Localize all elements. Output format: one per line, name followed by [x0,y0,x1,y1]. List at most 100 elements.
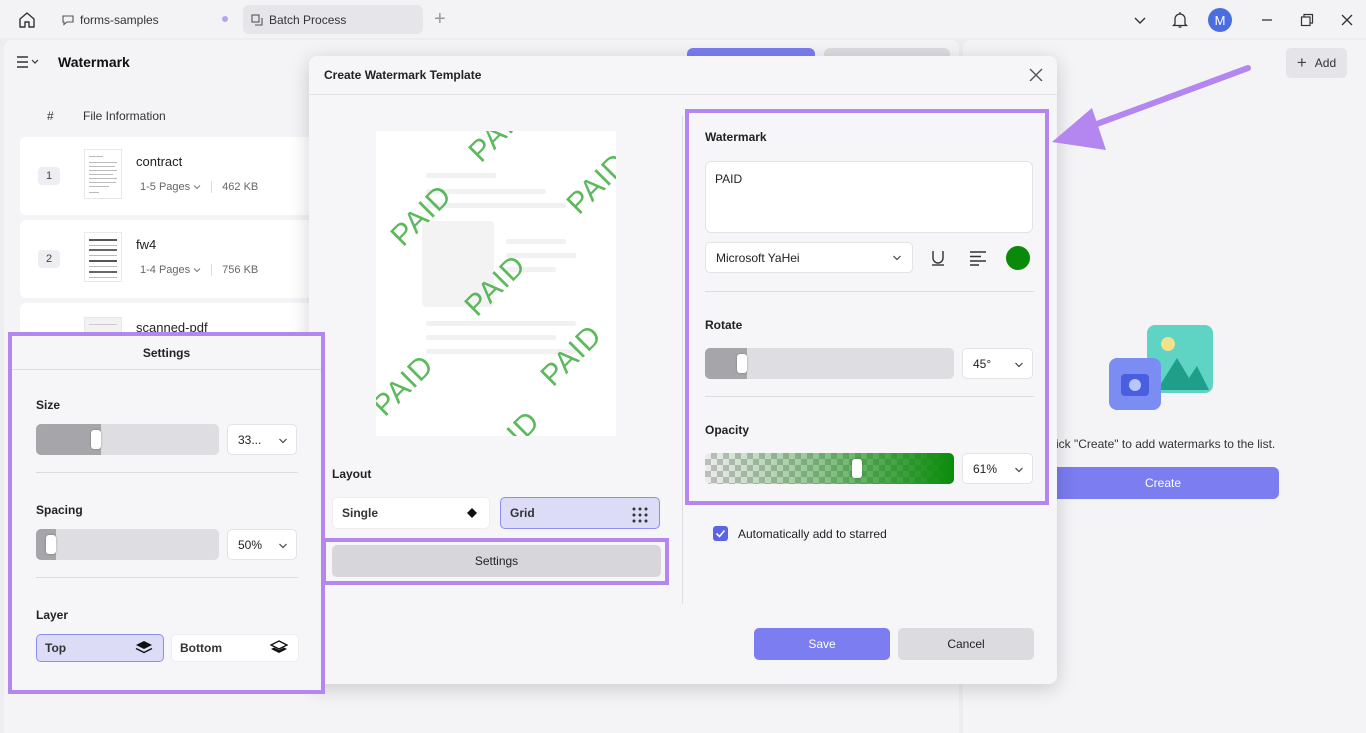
layout-single-label: Single [342,506,379,520]
image-illustration-icon [1109,325,1213,410]
tab-label: forms-samples [80,12,159,27]
spacing-select[interactable]: 50% [227,529,297,560]
home-icon[interactable] [14,8,40,32]
layout-label: Layout [332,467,372,481]
layer-label: Layer [36,608,69,622]
title-bar: forms-samples Batch Process + M [0,0,1366,38]
auto-star-checkbox[interactable] [713,526,728,541]
add-button[interactable]: + Add [1286,48,1347,78]
rotate-select[interactable]: 45° [962,348,1033,379]
watermark-preview-text: PAID [462,131,537,169]
settings-button[interactable]: Settings [332,545,661,577]
layers-icon [135,640,153,659]
size-slider[interactable] [36,424,219,455]
divider [705,291,1034,292]
file-name: contract [136,154,183,169]
align-icon[interactable] [967,247,989,269]
spacing-slider[interactable] [36,529,219,560]
file-thumbnail [84,149,122,199]
layer-top-label: Top [45,641,67,655]
table-row[interactable]: 2 fw4 1-4 Pages 756 KB [20,220,320,298]
opacity-slider-handle[interactable] [851,459,862,478]
watermark-preview-text: PAID [376,348,441,423]
layers-icon [269,640,289,659]
rotate-slider[interactable] [705,348,954,379]
file-thumbnail [84,232,122,282]
column-divider [682,116,683,604]
file-name: fw4 [136,237,157,252]
layer-bottom-label: Bottom [180,641,222,655]
chevron-down-icon [892,252,902,266]
panel-title: Watermark [58,54,130,70]
file-meta: 1-4 Pages 756 KB [140,264,258,276]
opacity-select[interactable]: 61% [962,453,1033,484]
tab-label: Batch Process [269,12,347,27]
file-meta: 1-5 Pages 462 KB [140,181,258,193]
font-select[interactable]: Microsoft YaHei [705,242,913,273]
page-range[interactable]: 1-4 Pages [140,264,190,276]
chevron-down-icon [193,185,201,190]
check-icon [715,529,726,538]
table-row[interactable]: 1 contract 1-5 Pages 462 KB [20,137,320,215]
opacity-value: 61% [973,461,998,476]
batch-icon [251,13,263,26]
page-range[interactable]: 1-5 Pages [140,181,190,193]
divider [36,577,298,578]
tab-batch-process[interactable]: Batch Process [243,5,423,34]
chevron-down-icon [278,540,288,554]
opacity-slider[interactable] [705,453,954,484]
bell-icon[interactable] [1168,8,1192,32]
unsaved-dot [222,16,228,22]
rotate-slider-handle[interactable] [737,354,748,373]
new-tab-icon[interactable]: + [434,9,446,29]
dialog-title: Create Watermark Template [324,68,482,82]
tab-forms-samples[interactable]: forms-samples [54,5,240,34]
restore-icon[interactable] [1295,8,1319,32]
chevron-down-icon [193,268,201,273]
settings-popup: Settings Size 33... Spacing 50% Layer To… [8,332,325,694]
spacing-value: 50% [238,537,263,552]
size-select[interactable]: 33... [227,424,297,455]
close-icon[interactable] [1335,8,1359,32]
watermark-text-input[interactable]: PAID [705,161,1033,233]
minimize-icon[interactable] [1255,8,1279,32]
size-value: 33... [238,432,262,447]
empty-hint: ick "Create" to add watermarks to the li… [1056,437,1276,451]
create-button[interactable]: Create [1047,467,1279,499]
column-header-index: # [47,109,54,123]
grid-icon [631,506,649,527]
size-label: Size [36,398,61,412]
layout-single-option[interactable]: Single [332,497,490,529]
file-size: 462 KB [222,181,259,193]
watermark-preview-text: PAID [560,146,616,221]
chat-icon [62,14,74,26]
divider [12,369,321,370]
watermark-preview: PAID PAID PAID PAID PAID PAID PAID [376,131,616,436]
auto-star-label: Automatically add to starred [738,527,887,541]
watermark-label: Watermark [705,130,767,144]
menu-icon[interactable] [16,55,40,69]
size-slider-handle[interactable] [91,430,102,449]
cancel-button[interactable]: Cancel [898,628,1034,660]
row-number: 1 [38,167,60,185]
layer-top-option[interactable]: Top [36,634,164,662]
avatar[interactable]: M [1208,8,1232,32]
spacing-slider-handle[interactable] [45,535,56,554]
column-header-file: File Information [83,109,166,123]
watermark-preview-text: PAID [472,405,547,436]
divider [36,472,298,473]
dialog-divider [309,94,1057,95]
chevron-down-icon [278,435,288,449]
color-picker[interactable] [1006,246,1030,270]
plus-icon: + [1296,53,1307,72]
save-button[interactable]: Save [754,628,890,660]
row-number: 2 [38,250,60,268]
create-watermark-dialog: Create Watermark Template PAID PAID PAID… [309,56,1057,684]
diamond-icon [465,506,479,523]
opacity-label: Opacity [705,423,750,437]
chevron-down-icon[interactable] [1128,8,1152,32]
underline-icon[interactable] [927,247,949,269]
layout-grid-option[interactable]: Grid [500,497,660,529]
watermark-preview-text: PAID [534,318,609,393]
layer-bottom-option[interactable]: Bottom [171,634,299,662]
